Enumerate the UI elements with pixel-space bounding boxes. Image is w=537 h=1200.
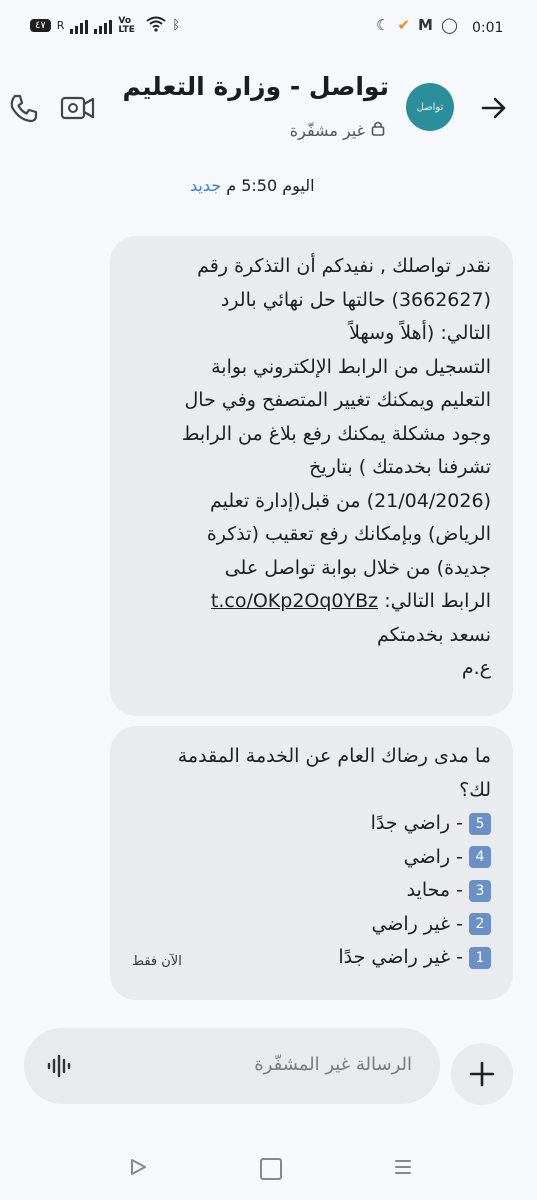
survey-question: ما مدى رضاك العام عن الخدمة المقدمة — [177, 745, 491, 767]
message-line: جديدة) من خلال بوابة تواصل على — [224, 556, 491, 579]
nav-recents-button[interactable] — [393, 1157, 413, 1181]
message-line: (3662627) حالتها حل نهائي بالرد — [220, 288, 491, 311]
encryption-label: غير مشفّرة — [289, 120, 365, 140]
video-icon — [60, 96, 95, 120]
message-line: التالي: (أهلاً وسهلاً — [349, 322, 491, 344]
message-line: الرياض) وبإمكانك رفع تعقيب (تذكرة — [206, 523, 491, 545]
signal-icon-2 — [94, 18, 113, 34]
option-label: - راضي — [403, 845, 463, 868]
option-label: - غير راضي — [371, 912, 463, 935]
phone-icon — [10, 94, 38, 123]
moon-icon: ☾ — [376, 16, 390, 34]
message-line: تشرفنا بخدمتك ) بتاريخ — [309, 456, 491, 478]
keycap-icon: 2 — [469, 913, 491, 935]
notification-badge: ٤٧ — [30, 19, 51, 32]
message-line: نقدر تواصلك , نفيدكم أن التذكرة رقم — [197, 255, 491, 277]
message-time: الآن فقط — [132, 953, 182, 969]
survey-option-3: 3 - محايد — [130, 874, 491, 908]
message-line: وجود مشكلة يمكنك رفع بلاغ من الرابط — [181, 422, 491, 445]
whatsapp-icon: ◯ — [440, 16, 458, 34]
link-prefix: الرابط التالي: — [384, 590, 491, 612]
status-right: ☾ ✔ M ◯ — [376, 16, 458, 34]
volte-indicator: Vo LTE — [118, 15, 135, 35]
keycap-icon: 3 — [469, 879, 491, 902]
arrow-right-icon — [481, 97, 506, 119]
wifi-icon — [146, 16, 167, 35]
message-link-line: الرابط التالي: t.co/OKp2Oq0YBz — [130, 585, 491, 619]
survey-option-4: 4 - راضي — [130, 841, 491, 875]
message-timestamp: اليوم 5:50 م جديد — [180, 176, 315, 195]
back-button[interactable] — [476, 92, 512, 124]
survey-question: لك؟ — [459, 778, 491, 801]
status-time: 0:01 — [472, 20, 504, 36]
status-left: ٤٧ R Vo LTE ᛒ — [30, 16, 180, 35]
lock-icon — [371, 120, 385, 140]
signal-icon — [70, 18, 89, 34]
video-call-button[interactable] — [60, 92, 96, 124]
compose-field[interactable]: الرسالة غير المشفّرة — [24, 1028, 440, 1104]
message-link[interactable]: t.co/OKp2Oq0YBz — [211, 590, 378, 612]
new-label: جديد — [190, 176, 222, 195]
option-label: - غير راضي جدًا — [338, 946, 463, 968]
message-line: التعليم ويمكنك تغيير المتصفح وفي حال — [184, 389, 492, 411]
survey-option-5: 5 - راضي جدًا — [130, 807, 491, 841]
survey-option-1: 1 - غير راضي جدًا — [130, 941, 491, 975]
call-button[interactable] — [6, 90, 42, 126]
roaming-indicator: R — [56, 19, 65, 32]
encryption-status: غير مشفّرة — [290, 120, 385, 140]
option-label: - محايد — [406, 879, 463, 901]
option-label: - راضي جدًا — [370, 812, 463, 834]
compose-placeholder: الرسالة غير المشفّرة — [254, 1054, 412, 1075]
bluetooth-icon: ᛒ — [172, 18, 181, 33]
survey-bubble[interactable]: ما مدى رضاك العام عن الخدمة المقدمة لك؟ … — [110, 726, 513, 1000]
status-bar: ٤٧ R Vo LTE ᛒ ☾ ✔ M ◯ 0:01 — [0, 0, 537, 58]
survey-option-2: 2 - غير راضي — [130, 908, 491, 942]
keycap-icon: 5 — [469, 812, 491, 835]
message-line: نسعد بخدمتكم — [377, 623, 491, 646]
nav-back-button[interactable] — [128, 1157, 148, 1181]
attach-button[interactable] — [451, 1043, 513, 1105]
triangle-back-icon — [131, 1159, 146, 1175]
nav-home-button[interactable] — [260, 1158, 282, 1180]
message-line: (21/04/2026) من قبل(إدارة تعليم — [210, 489, 491, 512]
avatar[interactable]: تواصل — [406, 83, 454, 131]
orange-app-icon: ✔ — [397, 16, 411, 34]
keycap-icon: 1 — [469, 946, 491, 969]
keycap-icon: 4 — [469, 846, 491, 868]
mail-icon: M — [418, 16, 433, 34]
message-bubble[interactable]: نقدر تواصلك , نفيدكم أن التذكرة رقم (366… — [110, 236, 513, 716]
timestamp-text: اليوم 5:50 م — [226, 176, 315, 195]
menu-icon — [395, 1160, 411, 1174]
voice-input-icon[interactable] — [46, 1052, 74, 1080]
conversation-title: تواصل - وزارة التعليم — [122, 72, 389, 101]
plus-icon — [469, 1061, 495, 1087]
message-line: التسجيل من الرابط الإلكتروني بوابة — [211, 355, 491, 378]
message-line: ع.م — [461, 657, 491, 679]
